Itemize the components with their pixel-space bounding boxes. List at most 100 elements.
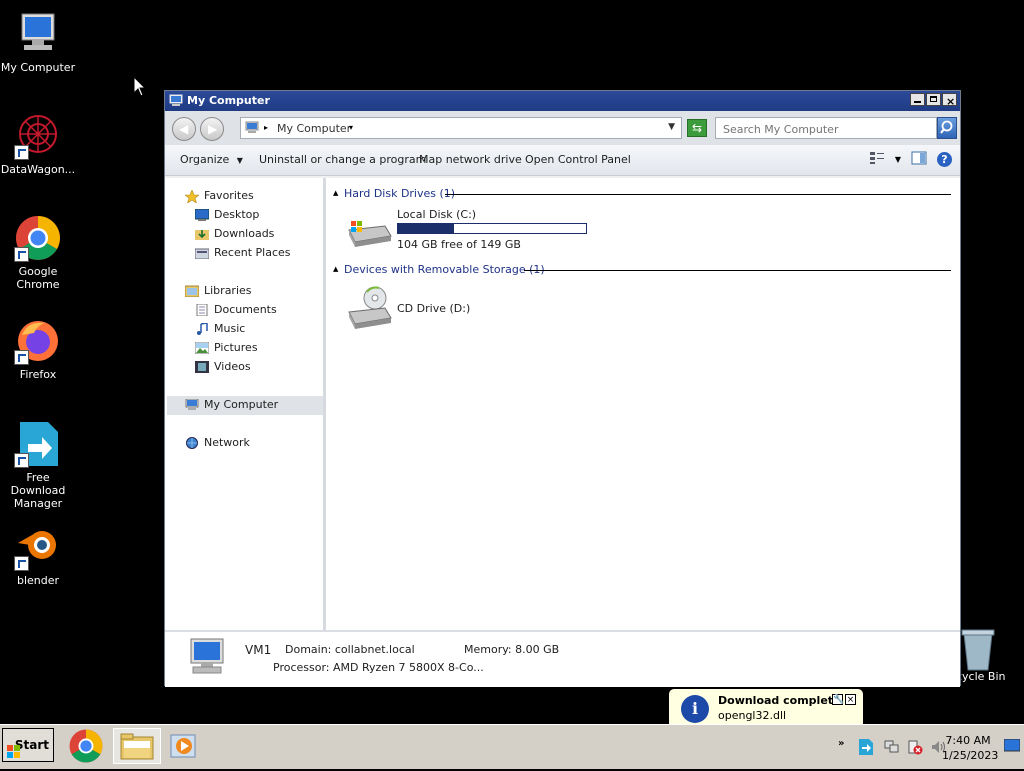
recent-places-icon xyxy=(194,247,210,260)
taskbar-chrome-button[interactable] xyxy=(64,728,108,764)
collapse-group-icon[interactable]: ▲ xyxy=(333,265,338,273)
windows-logo-icon xyxy=(7,739,21,771)
arrow-right-icon: ▶ xyxy=(208,122,218,136)
folder-icon xyxy=(120,733,154,760)
media-player-icon xyxy=(170,734,196,758)
minimize-button[interactable] xyxy=(910,93,925,106)
computer-icon xyxy=(14,10,62,58)
system-tray: » 7:40 AM 1/25/2023 xyxy=(818,725,1024,769)
map-network-drive-button[interactable]: Map network drive xyxy=(419,153,522,166)
preview-pane-icon[interactable] xyxy=(911,151,927,168)
star-icon xyxy=(184,189,200,204)
taskbar: Start » 7:40 AM 1/25/2023 xyxy=(0,724,1024,769)
firefox-icon xyxy=(14,317,62,365)
nav-pictures[interactable]: Pictures xyxy=(194,339,258,357)
search-input[interactable] xyxy=(721,119,915,139)
desktop-icon-free-download-manager[interactable]: Free Download Manager xyxy=(0,420,76,510)
documents-icon xyxy=(195,303,209,317)
breadcrumb-chevron-icon[interactable]: ▾ xyxy=(349,123,353,132)
nav-downloads[interactable]: Downloads xyxy=(195,225,274,243)
explorer-window: My Computer × ◀ ▶ ▸ My Computer ▾ ▼ ⇆ Or… xyxy=(164,90,961,687)
desktop-icon-chrome[interactable]: Google Chrome xyxy=(0,214,76,291)
desktop-icon-label: blender xyxy=(16,574,60,587)
start-button[interactable]: Start xyxy=(2,728,54,762)
breadcrumb-separator-icon[interactable]: ▸ xyxy=(264,123,268,132)
group-header-removable-storage[interactable]: Devices with Removable Storage (1) xyxy=(344,263,545,276)
open-control-panel-button[interactable]: Open Control Panel xyxy=(525,153,631,166)
nav-libraries[interactable]: Libraries xyxy=(184,282,252,300)
navigation-pane[interactable]: Favorites Desktop Downloads Recent Place… xyxy=(165,178,326,630)
memory-info: Memory: 8.00 GB xyxy=(464,643,560,656)
desktop-icon-firefox[interactable]: Firefox xyxy=(0,317,76,381)
help-icon[interactable]: ? xyxy=(937,152,952,167)
close-button[interactable]: × xyxy=(942,93,957,108)
organize-button[interactable]: Organize ▼ xyxy=(180,153,243,166)
forward-button[interactable]: ▶ xyxy=(200,117,224,141)
change-view-icon[interactable] xyxy=(869,151,885,168)
show-desktop-button[interactable] xyxy=(1003,738,1021,756)
command-bar: Organize ▼ Uninstall or change a program… xyxy=(165,145,960,176)
computer-icon xyxy=(245,121,259,137)
action-center-alert-icon[interactable] xyxy=(907,739,923,758)
domain-info: Domain: collabnet.local xyxy=(285,643,415,656)
search-button[interactable] xyxy=(937,117,957,139)
processor-info: Processor: AMD Ryzen 7 5800X 8-Co... xyxy=(273,661,484,674)
address-dropdown-icon[interactable]: ▼ xyxy=(668,122,675,132)
desktop-icon-my-computer[interactable]: My Computer xyxy=(0,10,76,74)
nav-favorites[interactable]: Favorites xyxy=(184,187,254,205)
computer-name: VM1 xyxy=(245,643,272,657)
desktop-icon-blender[interactable]: blender xyxy=(0,523,76,587)
clock-date: 1/25/2023 xyxy=(942,749,999,762)
refresh-button[interactable]: ⇆ xyxy=(687,119,707,137)
nav-documents[interactable]: Documents xyxy=(195,301,277,319)
taskbar-explorer-button[interactable] xyxy=(113,728,161,764)
nav-music[interactable]: Music xyxy=(195,320,245,338)
group-header-hard-disk-drives[interactable]: Hard Disk Drives (1) xyxy=(344,187,455,200)
details-pane: VM1 Domain: collabnet.local Memory: 8.00… xyxy=(165,630,960,687)
drive-item-c[interactable]: Local Disk (C:) 104 GB free of 149 GB xyxy=(341,208,611,254)
desktop-icon-label: My Computer xyxy=(0,61,76,74)
computer-icon xyxy=(185,637,229,680)
breadcrumb[interactable]: My Computer xyxy=(277,122,351,135)
shortcut-arrow-icon xyxy=(14,247,29,262)
desktop-icon-recycle-bin[interactable]: cycle Bin xyxy=(956,626,1024,683)
taskbar-media-player-button[interactable] xyxy=(166,728,202,764)
libraries-icon xyxy=(184,285,200,298)
view-options-chevron-icon[interactable]: ▼ xyxy=(895,155,901,164)
network-tray-icon[interactable] xyxy=(884,739,900,758)
show-hidden-icons-button[interactable]: » xyxy=(838,738,844,749)
music-icon xyxy=(195,322,209,335)
arrow-left-icon: ◀ xyxy=(179,122,189,136)
nav-recent-places[interactable]: Recent Places xyxy=(194,244,291,262)
shortcut-arrow-icon xyxy=(14,350,29,365)
nav-videos[interactable]: Videos xyxy=(195,358,251,376)
collapse-group-icon[interactable]: ▲ xyxy=(333,189,338,197)
taskbar-clock[interactable]: 7:40 AM 1/25/2023 xyxy=(942,733,999,763)
address-field[interactable]: ▸ My Computer ▾ ▼ xyxy=(240,117,682,139)
pictures-icon xyxy=(194,341,210,355)
notification-close-button[interactable]: × xyxy=(845,694,856,705)
search-field[interactable] xyxy=(715,117,937,139)
notification-options-button[interactable]: 🔧 xyxy=(832,694,844,705)
drive-name: Local Disk (C:) xyxy=(397,208,477,221)
desktop-icon-label: Firefox xyxy=(19,368,57,381)
nav-desktop[interactable]: Desktop xyxy=(194,206,259,224)
group-divider xyxy=(445,194,951,195)
uninstall-program-button[interactable]: Uninstall or change a program xyxy=(259,153,426,166)
drive-free-space: 104 GB free of 149 GB xyxy=(397,238,521,251)
fdm-icon xyxy=(14,420,62,468)
shortcut-arrow-icon xyxy=(14,556,29,571)
drive-item-d[interactable]: CD Drive (D:) xyxy=(341,284,541,330)
downloads-folder-icon xyxy=(195,228,209,240)
address-bar: ◀ ▶ ▸ My Computer ▾ ▼ ⇆ xyxy=(165,111,960,145)
nav-network[interactable]: Network xyxy=(185,434,250,452)
videos-icon xyxy=(195,361,209,373)
desktop-icon-datawagon[interactable]: DataWagon... xyxy=(0,112,76,176)
fdm-tray-icon[interactable] xyxy=(858,739,874,758)
computer-icon xyxy=(169,94,183,107)
back-button[interactable]: ◀ xyxy=(172,117,196,141)
maximize-button[interactable] xyxy=(926,93,941,106)
nav-my-computer[interactable]: My Computer xyxy=(185,396,278,414)
window-titlebar[interactable]: My Computer × xyxy=(165,91,960,111)
shortcut-arrow-icon xyxy=(14,145,29,160)
